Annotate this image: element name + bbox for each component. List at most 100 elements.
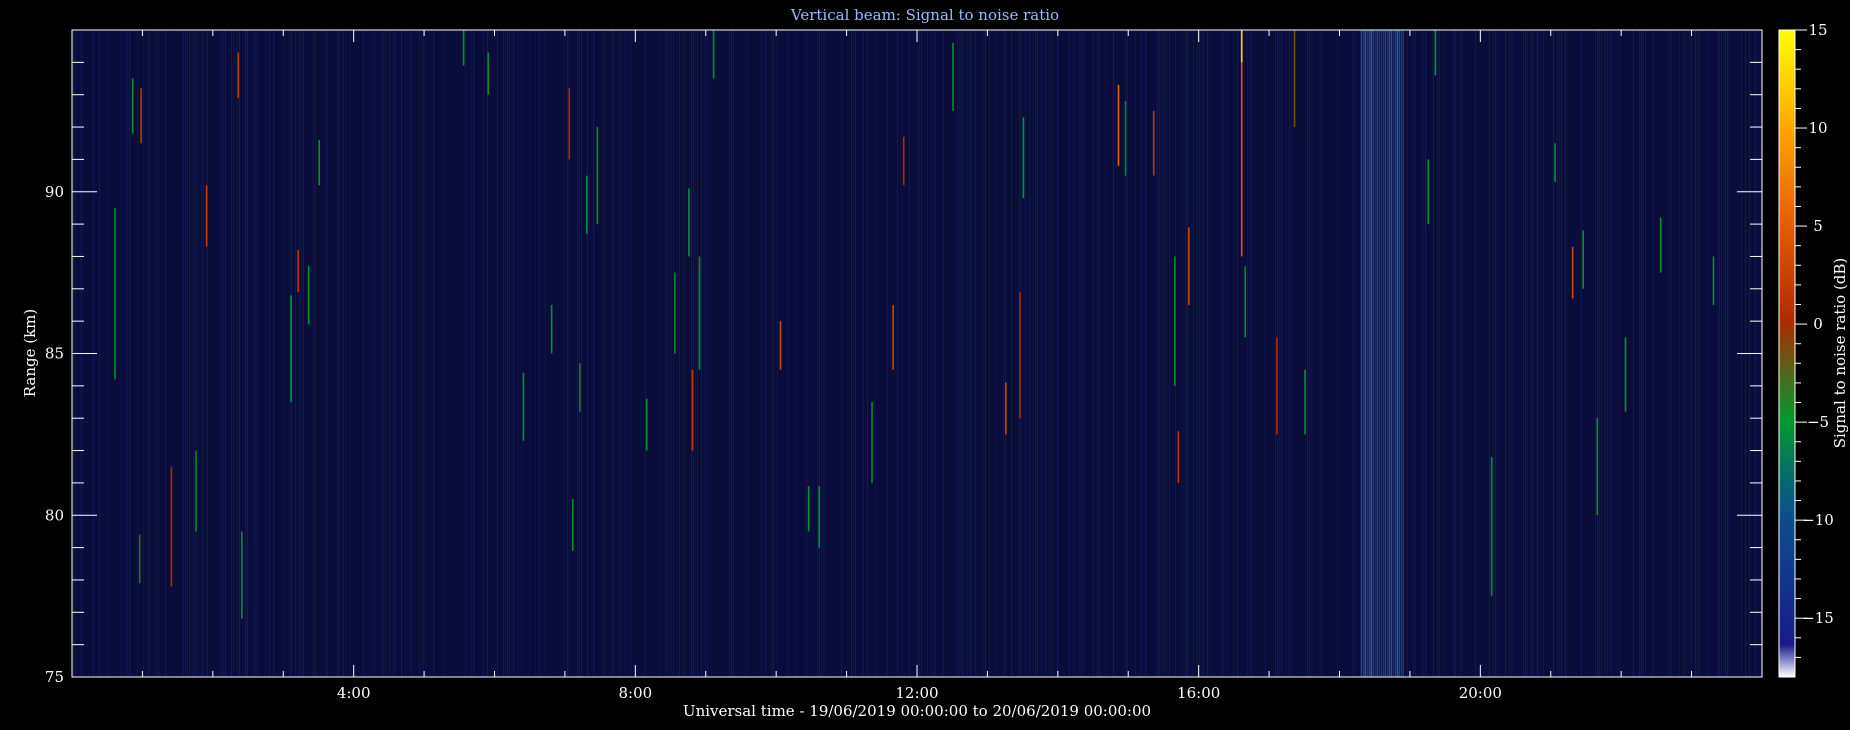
noise-column <box>1319 30 1320 677</box>
echo-mark <box>307 266 310 325</box>
noise-column <box>1309 30 1310 677</box>
noise-column <box>375 30 376 677</box>
noise-column <box>1415 30 1416 677</box>
noise-column <box>1081 30 1082 677</box>
echo-mark <box>487 52 490 95</box>
y-tick-label: 80 <box>45 506 64 524</box>
noise-column <box>389 30 390 677</box>
noise-column <box>1671 30 1672 677</box>
x-tick-label: 16:00 <box>1177 684 1220 702</box>
x-axis-label: Universal time - 19/06/2019 00:00:00 to … <box>683 702 1151 720</box>
noise-band-column <box>1382 30 1384 677</box>
noise-column <box>567 30 568 677</box>
noise-column <box>1605 30 1606 677</box>
colorbar-tick-label: −15 <box>1802 609 1834 627</box>
noise-column <box>129 30 130 677</box>
noise-column <box>373 30 374 677</box>
noise-column <box>1225 30 1226 677</box>
noise-column <box>1509 30 1510 677</box>
echo-mark <box>952 42 954 111</box>
echo-mark <box>138 534 141 584</box>
echo-mark <box>1152 110 1155 176</box>
noise-column <box>985 30 986 677</box>
noise-column <box>1051 30 1052 677</box>
noise-column <box>221 30 222 677</box>
echo-mark <box>645 398 648 451</box>
noise-column <box>605 30 606 677</box>
noise-column <box>203 30 204 677</box>
noise-column <box>1037 30 1038 677</box>
noise-column <box>1145 30 1146 677</box>
noise-column <box>1223 30 1224 677</box>
noise-column <box>1159 30 1160 677</box>
noise-column <box>1707 30 1708 677</box>
noise-column <box>487 30 488 677</box>
noise-column <box>1559 30 1560 677</box>
noise-column <box>155 30 156 677</box>
noise-column <box>1161 30 1162 677</box>
noise-column <box>195 30 196 677</box>
noise-column <box>1069 30 1070 677</box>
noise-column <box>625 30 626 677</box>
noise-column <box>157 30 158 677</box>
echo-mark <box>297 249 299 293</box>
noise-column <box>1683 30 1684 677</box>
echo-mark <box>1304 369 1306 435</box>
noise-column <box>405 30 406 677</box>
noise-column <box>1639 30 1640 677</box>
y-axis-label: Range (km) <box>21 309 39 398</box>
noise-column <box>1565 30 1566 677</box>
noise-column <box>1057 30 1058 677</box>
noise-column <box>1105 30 1106 677</box>
noise-column <box>1433 30 1434 677</box>
noise-column <box>471 30 472 677</box>
noise-column <box>1645 30 1646 677</box>
noise-column <box>1619 30 1620 677</box>
noise-column <box>1425 30 1426 677</box>
noise-band-column <box>1368 30 1370 677</box>
noise-column <box>1169 30 1170 677</box>
noise-column <box>935 30 936 677</box>
noise-column <box>917 30 918 677</box>
noise-column <box>1421 30 1422 677</box>
noise-column <box>867 30 868 677</box>
noise-column <box>419 30 420 677</box>
echo-mark <box>550 304 553 354</box>
noise-column <box>1337 30 1338 677</box>
echo-mark <box>131 78 134 134</box>
noise-column <box>1511 30 1512 677</box>
noise-column <box>247 30 248 677</box>
noise-column <box>1633 30 1634 677</box>
noise-column <box>1307 30 1308 677</box>
noise-column <box>1311 30 1312 677</box>
echo-mark <box>195 450 197 532</box>
noise-column <box>149 30 150 677</box>
echo-mark <box>568 88 571 160</box>
echo-mark <box>1240 30 1243 63</box>
echo-mark <box>1490 457 1493 597</box>
noise-column <box>343 30 344 677</box>
noise-column <box>1461 30 1462 677</box>
noise-column <box>1033 30 1034 677</box>
noise-column <box>611 30 612 677</box>
noise-column <box>673 30 674 677</box>
noise-column <box>99 30 100 677</box>
x-tick-label: 8:00 <box>618 684 652 702</box>
noise-column <box>1247 30 1248 677</box>
noise-column <box>1653 30 1654 677</box>
noise-column <box>1539 30 1540 677</box>
echo-mark <box>1244 266 1247 338</box>
noise-column <box>1495 30 1496 677</box>
noise-column <box>671 30 672 677</box>
noise-column <box>921 30 922 677</box>
noise-band-column <box>1378 30 1380 677</box>
noise-column <box>1439 30 1440 677</box>
noise-column <box>233 30 234 677</box>
noise-column <box>345 30 346 677</box>
noise-column <box>1533 30 1534 677</box>
noise-column <box>409 30 410 677</box>
noise-column <box>107 30 108 677</box>
noise-column <box>969 30 970 677</box>
noise-column <box>659 30 660 677</box>
noise-column <box>1505 30 1506 677</box>
